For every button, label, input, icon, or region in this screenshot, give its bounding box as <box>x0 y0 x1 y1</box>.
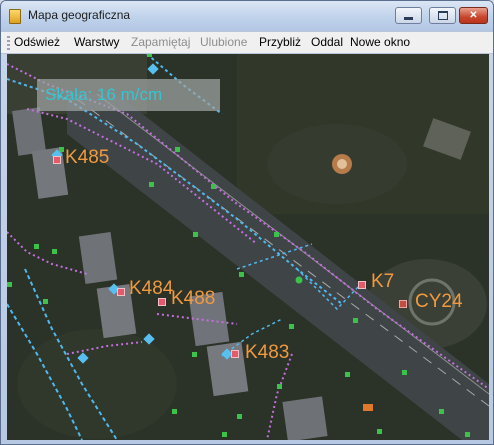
toolbar-grip[interactable] <box>7 36 10 50</box>
menu-refresh[interactable]: Odśwież <box>14 35 60 49</box>
window-title: Mapa geograficzna <box>28 8 131 22</box>
map-imagery <box>7 54 489 440</box>
scale-label: Skala: 16 m/cm <box>45 85 163 104</box>
maximize-button[interactable] <box>429 7 456 24</box>
minimize-button[interactable] <box>395 7 422 24</box>
menu-favorites[interactable]: Ulubione <box>200 35 247 49</box>
menu-layers[interactable]: Warstwy <box>74 35 120 49</box>
chamber-label-k483[interactable]: K483 <box>245 342 289 364</box>
title-bar[interactable]: Mapa geograficzna ✕ <box>1 1 493 31</box>
menu-new-window[interactable]: Nowe okno <box>350 35 410 49</box>
chamber-marker-icon[interactable] <box>53 156 61 164</box>
chamber-label-k484[interactable]: K484 <box>129 278 173 300</box>
scale-indicator: Skala: 16 m/cm <box>37 79 220 111</box>
menu-zoom-out[interactable]: Oddal <box>311 35 343 49</box>
app-window: Mapa geograficzna ✕ Odśwież Warstwy Zapa… <box>0 0 494 445</box>
cabinet-label-cy24[interactable]: CY24 <box>415 291 463 313</box>
map-view[interactable]: Skala: 16 m/cm K485 K484 K488 K483 K7 CY… <box>7 54 489 440</box>
chamber-label-k7[interactable]: K7 <box>371 271 394 293</box>
minimize-icon <box>404 17 413 20</box>
menu-bar: Odśwież Warstwy Zapamiętaj Ulubione Przy… <box>1 31 493 54</box>
menu-remember[interactable]: Zapamiętaj <box>131 35 190 49</box>
chamber-label-k485[interactable]: K485 <box>65 147 109 169</box>
menu-zoom-in[interactable]: Przybliż <box>259 35 301 49</box>
chamber-marker-icon[interactable] <box>358 281 366 289</box>
close-icon: ✕ <box>469 10 478 21</box>
close-button[interactable]: ✕ <box>459 7 488 24</box>
cabinet-marker-icon[interactable] <box>399 300 407 308</box>
app-icon <box>9 9 21 24</box>
chamber-marker-icon[interactable] <box>158 298 166 306</box>
chamber-label-k488[interactable]: K488 <box>171 288 215 310</box>
chamber-marker-icon[interactable] <box>231 350 239 358</box>
chamber-marker-icon[interactable] <box>117 288 125 296</box>
maximize-icon <box>437 11 448 20</box>
